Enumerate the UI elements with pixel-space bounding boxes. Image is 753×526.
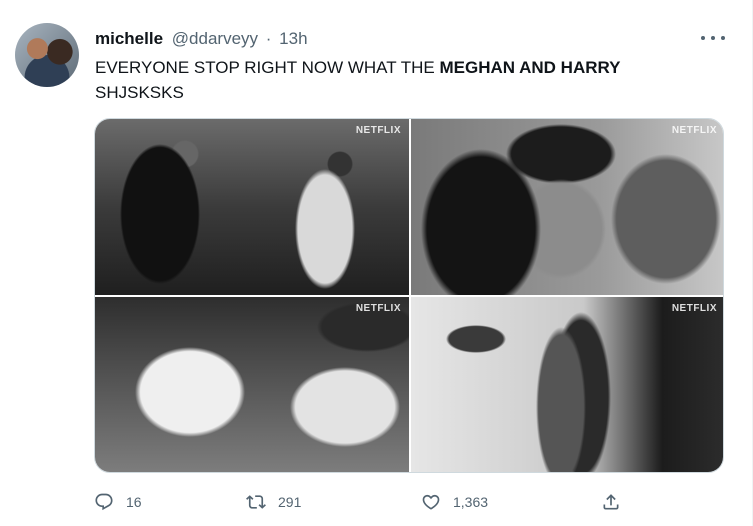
retweet-button[interactable]: 291 [246,487,301,517]
display-name[interactable]: michelle [95,29,163,48]
watermark: NETFLIX [671,303,717,314]
tweet-text-bold: MEGHAN AND HARRY [439,58,621,77]
tweet-header: michelle @ddarveyy · 13h [95,29,308,49]
like-count: 1,363 [453,494,489,510]
more-horizontal-icon [721,36,725,40]
timestamp[interactable]: 13h [279,29,307,48]
reply-count: 16 [126,494,142,510]
separator: · [265,29,272,48]
tweet-text-plain: EVERYONE STOP RIGHT NOW WHAT THE [95,58,440,77]
reply-button[interactable]: 16 [94,487,142,517]
more-horizontal-icon [701,36,705,40]
share-button[interactable] [601,487,621,517]
share-icon [603,494,619,510]
media-photo[interactable]: NETFLIX [95,297,409,472]
tweet-text: EVERYONE STOP RIGHT NOW WHAT THE MEGHAN … [95,55,695,105]
heart-icon [422,494,440,510]
more-horizontal-icon [711,36,715,40]
reply-icon [95,493,113,511]
media-photo[interactable]: NETFLIX [95,119,409,295]
action-bar: 16 291 1,363 [94,487,634,517]
retweet-count: 291 [278,494,302,510]
user-handle[interactable]: @ddarveyy [172,29,258,48]
watermark: NETFLIX [355,125,401,136]
retweet-icon [246,495,266,509]
avatar[interactable] [15,23,79,87]
media-grid: NETFLIX NETFLIX NETFLIX NETFLIX [94,118,724,473]
tweet-text-line2: SHJSKSKS [95,83,184,102]
like-button[interactable]: 1,363 [421,487,488,517]
watermark: NETFLIX [671,125,717,136]
media-photo[interactable]: NETFLIX [411,297,723,472]
more-options-button[interactable] [701,31,725,45]
media-photo[interactable]: NETFLIX [411,119,723,295]
watermark: NETFLIX [355,303,401,314]
tweet-card[interactable]: michelle @ddarveyy · 13h EVERYONE STOP R… [0,0,753,526]
